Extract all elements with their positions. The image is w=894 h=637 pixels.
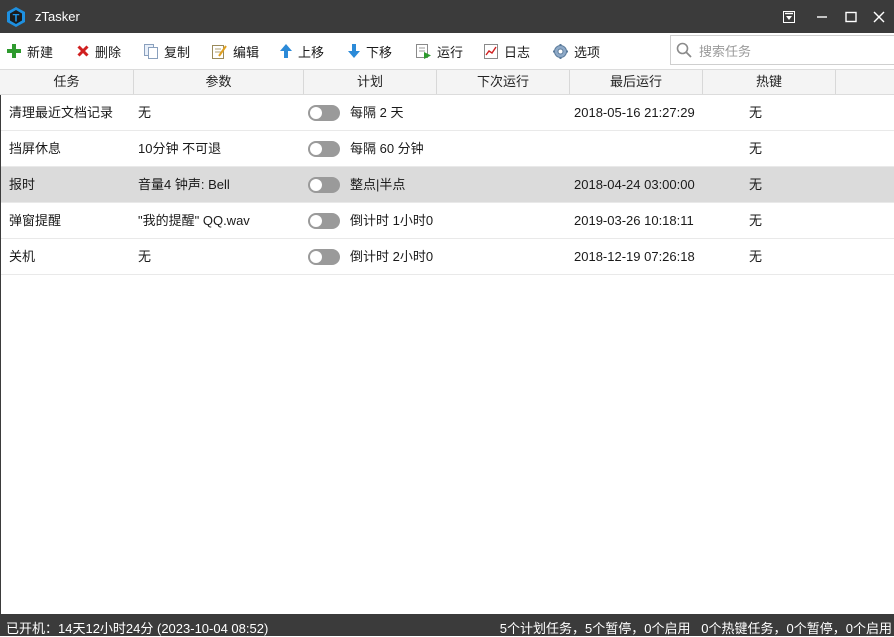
search-box [670, 35, 894, 65]
hotkey-task-summary: 0个热键任务，0个暂停，0个启用 [701, 621, 892, 636]
menu-icon [783, 10, 795, 23]
delete-icon [77, 45, 89, 57]
toggle-knob [310, 215, 322, 227]
task-enable-toggle[interactable] [308, 105, 340, 121]
task-list: 清理最近文档记录 无 每隔 2 天 2018-05-16 21:27:29 无 … [0, 95, 894, 275]
task-last-run: 2018-04-24 03:00:00 [574, 177, 695, 192]
task-params: "我的提醒" QQ.wav [138, 213, 250, 228]
options-button[interactable]: 选项 [553, 33, 600, 69]
task-row[interactable]: 挡屏休息 10分钟 不可退 每隔 60 分钟 无 [0, 131, 894, 167]
arrow-down-icon [348, 44, 360, 58]
toggle-knob [310, 107, 322, 119]
minimize-button[interactable] [807, 0, 837, 33]
task-params: 音量4 钟声: Bell [138, 177, 230, 192]
column-header-last-run[interactable]: 最后运行 [570, 70, 703, 94]
column-header-task[interactable]: 任务 [0, 70, 134, 94]
log-label: 日志 [504, 44, 531, 60]
task-hotkey: 无 [749, 177, 763, 192]
edit-task-button[interactable]: 编辑 [212, 33, 259, 69]
app-logo-icon: T [6, 7, 26, 27]
window-border [0, 95, 1, 614]
task-name: 弹窗提醒 [9, 213, 62, 228]
log-button[interactable]: 日志 [484, 33, 530, 69]
task-name: 关机 [9, 249, 36, 264]
uptime-status: 已开机：14天12小时24分 (2023-10-04 08:52) [6, 621, 269, 636]
search-input[interactable] [697, 39, 891, 63]
task-summary-status: 5个计划任务，5个暂停，0个启用 0个热键任务，0个暂停，0个启用 [500, 618, 892, 637]
move-up-button[interactable]: 上移 [280, 33, 324, 69]
app-logo-letter: T [13, 13, 20, 25]
task-enable-toggle[interactable] [308, 213, 340, 229]
task-hotkey: 无 [749, 105, 763, 120]
toggle-knob [310, 179, 322, 191]
new-task-label: 新建 [27, 44, 54, 60]
maximize-icon [845, 11, 857, 22]
run-task-button[interactable]: 运行 [416, 33, 463, 69]
column-header-params[interactable]: 参数 [134, 70, 304, 94]
copy-task-button[interactable]: 复制 [144, 33, 190, 69]
column-header-next-run[interactable]: 下次运行 [437, 70, 570, 94]
search-icon [676, 42, 692, 58]
maximize-button[interactable] [836, 0, 866, 33]
column-header-plan[interactable]: 计划 [304, 70, 437, 94]
status-bar: 已开机：14天12小时24分 (2023-10-04 08:52) 5个计划任务… [0, 614, 894, 636]
run-task-label: 运行 [437, 44, 464, 60]
task-plan: 整点|半点 [350, 177, 406, 192]
minimize-icon [817, 15, 827, 18]
run-icon [416, 43, 431, 59]
task-plan: 倒计时 1小时0 [350, 213, 434, 228]
move-down-label: 下移 [366, 44, 393, 60]
task-last-run: 2018-12-19 07:26:18 [574, 249, 695, 264]
window-menu-button[interactable] [774, 0, 804, 33]
close-icon [873, 11, 885, 22]
toggle-knob [310, 251, 322, 263]
edit-icon [212, 44, 227, 59]
task-plan: 每隔 2 天 [350, 105, 404, 120]
task-hotkey: 无 [749, 249, 763, 264]
delete-task-label: 删除 [95, 44, 122, 60]
task-params: 无 [138, 105, 152, 120]
task-plan: 倒计时 2小时0 [350, 249, 434, 264]
task-row[interactable]: 清理最近文档记录 无 每隔 2 天 2018-05-16 21:27:29 无 [0, 95, 894, 131]
task-name: 报时 [9, 177, 36, 192]
task-last-run: 2018-05-16 21:27:29 [574, 105, 695, 120]
log-icon [484, 43, 498, 59]
task-hotkey: 无 [749, 213, 763, 228]
arrow-up-icon [280, 44, 292, 58]
task-params: 无 [138, 249, 152, 264]
options-label: 选项 [574, 44, 601, 60]
task-hotkey: 无 [749, 141, 763, 156]
toolbar: 新建 删除 复制 编辑 上移 下移 运行 日志 选项 搜索任务 [0, 33, 894, 69]
column-header-hotkey[interactable]: 热键 [703, 70, 836, 94]
task-enable-toggle[interactable] [308, 249, 340, 265]
window-title: zTasker [35, 9, 80, 24]
plus-icon [7, 44, 21, 58]
task-table-header: 任务 参数 计划 下次运行 最后运行 热键 [0, 69, 894, 95]
task-name: 清理最近文档记录 [9, 105, 114, 120]
task-plan: 每隔 60 分钟 [350, 141, 424, 156]
plan-task-summary: 5个计划任务，5个暂停，0个启用 [499, 621, 691, 636]
task-row[interactable]: 关机 无 倒计时 2小时0 2018-12-19 07:26:18 无 [0, 239, 894, 275]
task-last-run: 2019-03-26 10:18:11 [574, 213, 694, 228]
copy-icon [144, 43, 158, 59]
task-row-selected[interactable]: 报时 音量4 钟声: Bell 整点|半点 2018-04-24 03:00:0… [0, 167, 894, 203]
toggle-knob [310, 143, 322, 155]
task-row[interactable]: 弹窗提醒 "我的提醒" QQ.wav 倒计时 1小时0 2019-03-26 1… [0, 203, 894, 239]
gear-icon [553, 43, 568, 59]
task-name: 挡屏休息 [9, 141, 62, 156]
task-enable-toggle[interactable] [308, 177, 340, 193]
close-button[interactable] [864, 0, 894, 33]
title-bar: T zTasker [0, 0, 894, 33]
copy-task-label: 复制 [164, 44, 191, 60]
edit-task-label: 编辑 [233, 44, 260, 60]
move-down-button[interactable]: 下移 [348, 33, 392, 69]
delete-task-button[interactable]: 删除 [77, 33, 121, 69]
task-enable-toggle[interactable] [308, 141, 340, 157]
new-task-button[interactable]: 新建 [7, 33, 53, 69]
move-up-label: 上移 [298, 44, 325, 60]
task-params: 10分钟 不可退 [138, 141, 222, 156]
